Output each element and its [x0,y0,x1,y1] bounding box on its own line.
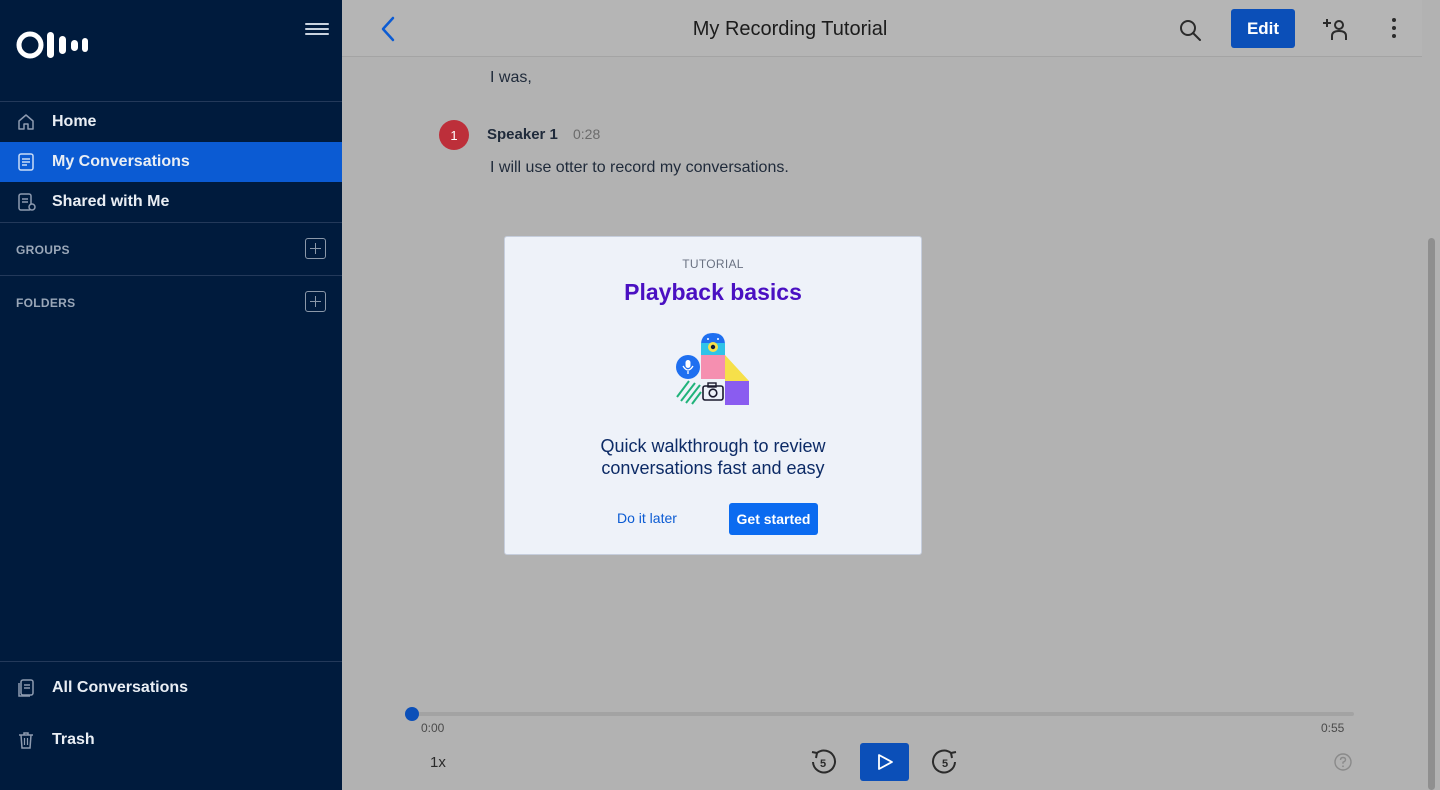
transcript-line[interactable]: I was, [490,69,532,87]
play-button[interactable] [860,743,909,781]
dialog-description: Quick walkthrough to review conversation… [600,436,826,478]
otter-logo[interactable] [16,30,90,65]
add-group-button[interactable] [305,238,326,259]
playback-speed-button[interactable]: 1x [430,754,446,771]
do-it-later-button[interactable]: Do it later [617,510,677,526]
sidebar-item-label: Trash [52,731,95,748]
header-bar: My Recording Tutorial Edit [342,0,1422,57]
speaker-timestamp[interactable]: 0:28 [573,126,600,142]
search-icon[interactable] [1178,18,1202,47]
sidebar: Home My Conversations Shared with Me GRO… [0,0,342,790]
sidebar-item-label: My Conversations [52,153,190,170]
sidebar-item-shared-with-me[interactable]: Shared with Me [0,182,342,222]
play-icon [877,754,893,770]
speaker-name[interactable]: Speaker 1 [487,126,558,143]
main-panel: My Recording Tutorial Edit I was, 1 Spea… [342,0,1440,790]
all-conversations-icon [16,678,36,698]
groups-heading: GROUPS [16,243,70,257]
rewind-5-icon[interactable]: 5 [809,748,837,781]
svg-text:5: 5 [820,758,826,770]
sidebar-item-all-conversations[interactable]: All Conversations [0,668,342,708]
sidebar-item-label: Home [52,113,97,130]
shared-icon [16,192,36,212]
sidebar-item-home[interactable]: Home [0,102,342,142]
current-time: 0:00 [421,721,445,735]
svg-text:5: 5 [942,758,948,770]
total-duration: 0:55 [1321,721,1345,735]
home-icon [16,112,36,132]
help-icon[interactable] [1334,753,1352,776]
playback-progress-bar[interactable] [412,712,1354,716]
forward-5-icon[interactable]: 5 [931,748,959,781]
sidebar-item-my-conversations[interactable]: My Conversations [0,142,342,182]
transcript-line[interactable]: I will use otter to record my conversati… [490,159,789,177]
dialog-eyebrow: TUTORIAL [682,257,744,271]
edit-button[interactable]: Edit [1231,9,1295,48]
divider [0,275,342,276]
sidebar-item-label: Shared with Me [52,193,170,210]
tutorial-illustration [673,329,755,409]
dialog-title: Playback basics [624,279,802,305]
conversations-icon [16,152,36,172]
sidebar-item-label: All Conversations [52,679,189,696]
playback-progress-handle[interactable] [405,707,419,721]
divider [0,661,342,662]
divider [0,222,342,223]
speaker-avatar[interactable]: 1 [439,120,469,150]
add-folder-button[interactable] [305,291,326,312]
folders-heading: FOLDERS [16,296,76,310]
sidebar-item-trash[interactable]: Trash [0,720,342,760]
menu-icon[interactable] [305,20,329,40]
tutorial-dialog: TUTORIAL Playback basics Quick walkthrou… [504,236,922,555]
scrollbar[interactable] [1428,238,1435,790]
page-title: My Recording Tutorial [692,18,888,40]
more-options-icon[interactable] [1390,18,1398,42]
get-started-button[interactable]: Get started [729,503,818,535]
trash-icon [16,730,36,750]
add-person-icon[interactable] [1322,17,1348,46]
